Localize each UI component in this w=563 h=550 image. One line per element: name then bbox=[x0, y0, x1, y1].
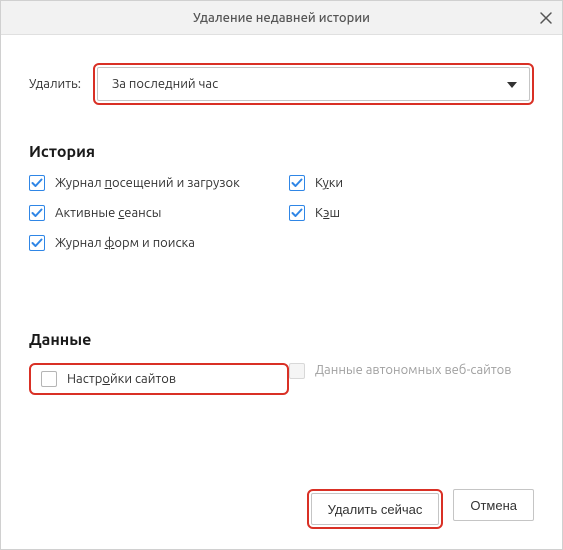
checkbox-row-forms-search: Журнал форм и поиска bbox=[29, 235, 289, 251]
time-range-select[interactable]: За последний час bbox=[97, 67, 530, 101]
checkbox-row-cookies: Куки bbox=[289, 175, 534, 191]
titlebar: Удаление недавней истории bbox=[1, 1, 562, 35]
site-prefs-highlight: Настройки сайтов bbox=[29, 363, 289, 395]
data-group: Настройки сайтов Данные автономных веб-с… bbox=[29, 363, 534, 395]
label-site-prefs[interactable]: Настройки сайтов bbox=[67, 372, 176, 386]
checkbox-row-cache: Кэш bbox=[289, 205, 534, 221]
checkbox-row-site-prefs: Настройки сайтов bbox=[41, 371, 277, 387]
time-range-row: Удалить: За последний час bbox=[29, 63, 534, 105]
label-active-sessions[interactable]: Активные сеансы bbox=[55, 206, 161, 220]
data-heading: Данные bbox=[29, 331, 534, 349]
checkbox-active-sessions[interactable] bbox=[29, 205, 45, 221]
checkbox-offline-data bbox=[289, 363, 305, 379]
checkbox-browsing-downloads[interactable] bbox=[29, 175, 45, 191]
close-icon[interactable] bbox=[538, 10, 554, 26]
checkbox-forms-search[interactable] bbox=[29, 235, 45, 251]
checkbox-row-active-sessions: Активные сеансы bbox=[29, 205, 289, 221]
label-browsing-downloads[interactable]: Журнал посещений и загрузок bbox=[55, 176, 240, 190]
history-group: Журнал посещений и загрузок Куки Активны… bbox=[29, 175, 534, 251]
cancel-button[interactable]: Отмена bbox=[453, 489, 534, 521]
time-range-highlight: За последний час bbox=[93, 63, 534, 105]
dialog-footer: Удалить сейчас Отмена bbox=[29, 463, 534, 529]
dialog-title: Удаление недавней истории bbox=[193, 11, 370, 25]
label-offline-data: Данные автономных веб-сайтов bbox=[315, 363, 511, 377]
label-cookies[interactable]: Куки bbox=[315, 176, 343, 190]
checkbox-cookies[interactable] bbox=[289, 175, 305, 191]
chevron-down-icon bbox=[507, 77, 517, 91]
checkbox-cache[interactable] bbox=[289, 205, 305, 221]
time-range-value: За последний час bbox=[112, 77, 218, 91]
checkbox-row-browsing-downloads: Журнал посещений и загрузок bbox=[29, 175, 289, 191]
dialog-content: Удалить: За последний час История Журнал… bbox=[1, 35, 562, 549]
time-range-label: Удалить: bbox=[29, 77, 81, 91]
label-forms-search[interactable]: Журнал форм и поиска bbox=[55, 236, 195, 250]
clear-now-button[interactable]: Удалить сейчас bbox=[311, 493, 440, 525]
label-cache[interactable]: Кэш bbox=[315, 206, 340, 220]
checkbox-site-prefs[interactable] bbox=[41, 371, 57, 387]
site-prefs-wrap: Настройки сайтов bbox=[29, 363, 289, 395]
clear-history-dialog: Удаление недавней истории Удалить: За по… bbox=[0, 0, 563, 550]
history-heading: История bbox=[29, 143, 534, 161]
confirm-highlight: Удалить сейчас bbox=[307, 489, 444, 529]
checkbox-row-offline-data: Данные автономных веб-сайтов bbox=[289, 363, 534, 379]
